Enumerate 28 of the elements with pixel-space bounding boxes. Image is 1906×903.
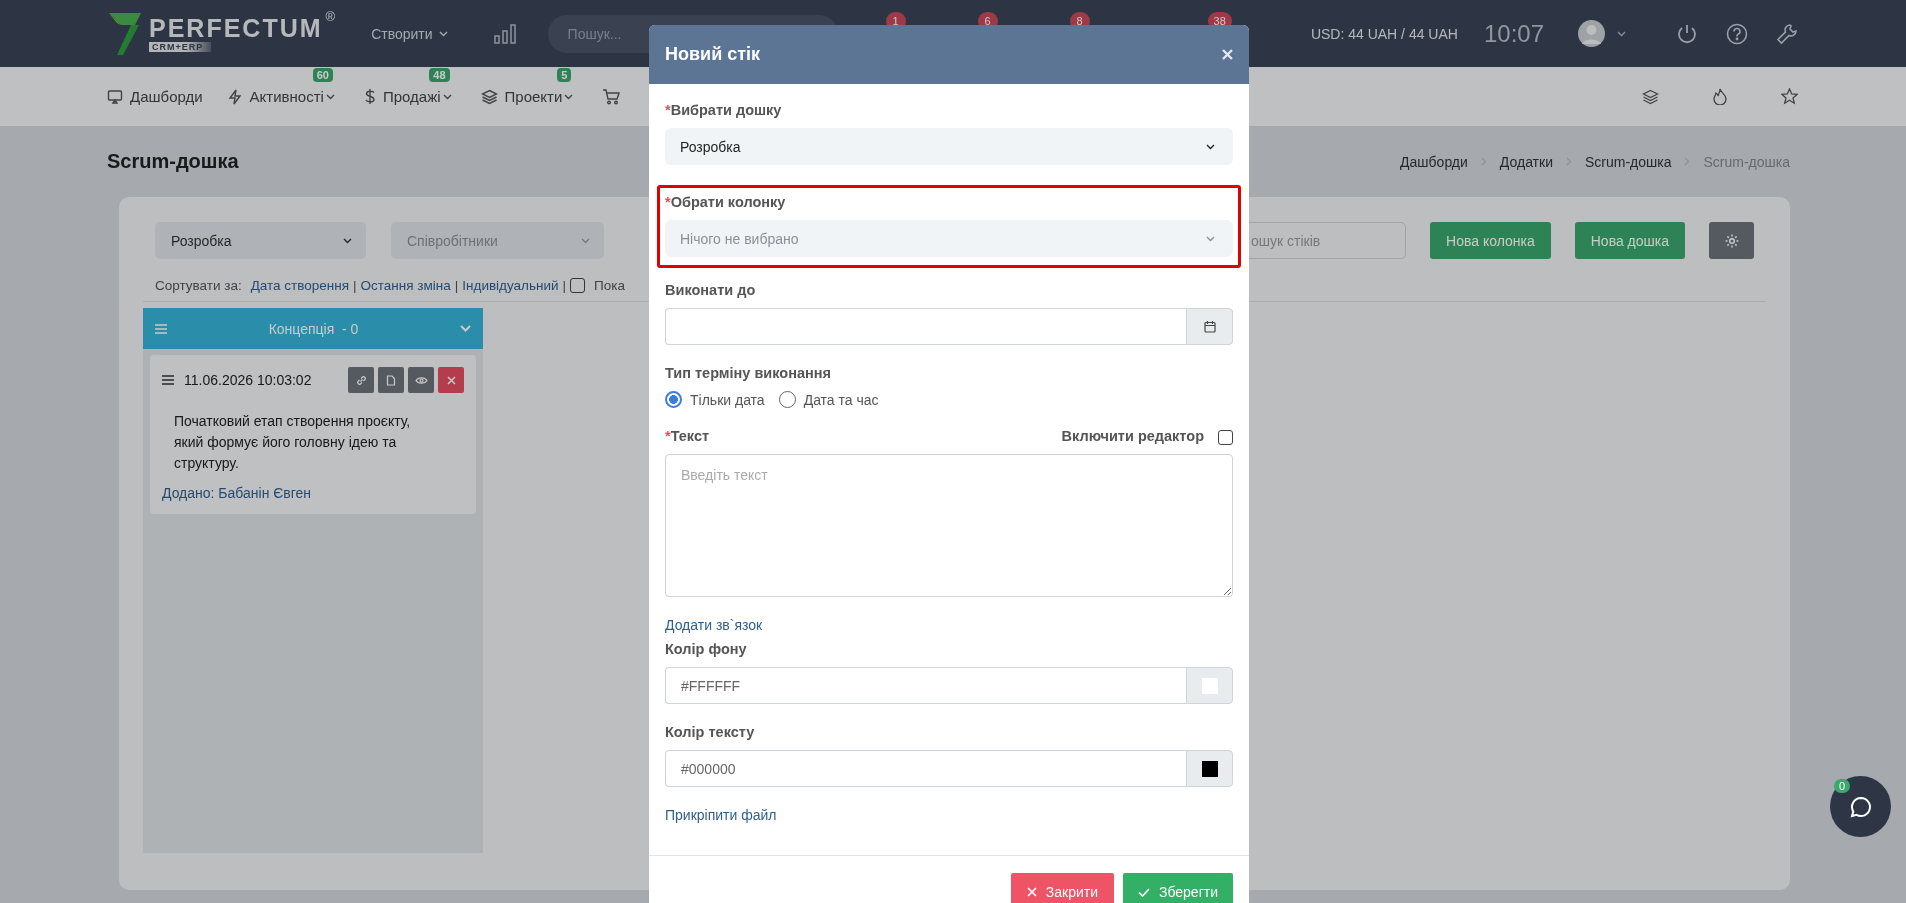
- sticky-date: 11.06.2026 10:03:02: [184, 372, 312, 388]
- field-label: *Обрати колонку: [665, 194, 787, 210]
- separator: |: [562, 278, 567, 293]
- count-badge: 48: [429, 68, 450, 82]
- registered-mark: ®: [325, 9, 336, 24]
- page-title: Scrum-дошка: [107, 150, 239, 173]
- field-label: Виконати до: [665, 282, 757, 298]
- sticky-text: Початковий етап створення проєкту, який формує його головну ідею та структуру.: [174, 412, 412, 473]
- count-badge: 5: [557, 68, 572, 82]
- column-title: Концепція - 0: [268, 320, 359, 337]
- currency-rate: USD: 44 UAH / 44 UAH: [1310, 25, 1458, 42]
- field-label: Колір фону: [665, 641, 748, 657]
- checkbox-label: Включити редактор: [1061, 428, 1204, 444]
- checkbox-label: Пока: [594, 278, 625, 293]
- separator: |: [353, 278, 357, 293]
- field-label: *Вибрати дошку: [665, 102, 783, 118]
- logo-wordmark: PERFECTUM: [149, 15, 323, 41]
- count-badge: 60: [312, 68, 333, 82]
- field-label: *Текст: [665, 428, 711, 444]
- radio-label: Дата та час: [803, 391, 879, 408]
- field-label: Колір тексту: [665, 724, 756, 740]
- separator: |: [454, 278, 459, 293]
- count-badge: 0: [1834, 779, 1851, 793]
- clock-time: 10:07: [1483, 19, 1544, 48]
- radio-label: Тільки дата: [690, 391, 765, 408]
- sort-label: Сортувати за:: [155, 278, 242, 293]
- dialog-title: Новий стік: [665, 44, 761, 65]
- field-label: Тип терміну виконання: [665, 365, 832, 381]
